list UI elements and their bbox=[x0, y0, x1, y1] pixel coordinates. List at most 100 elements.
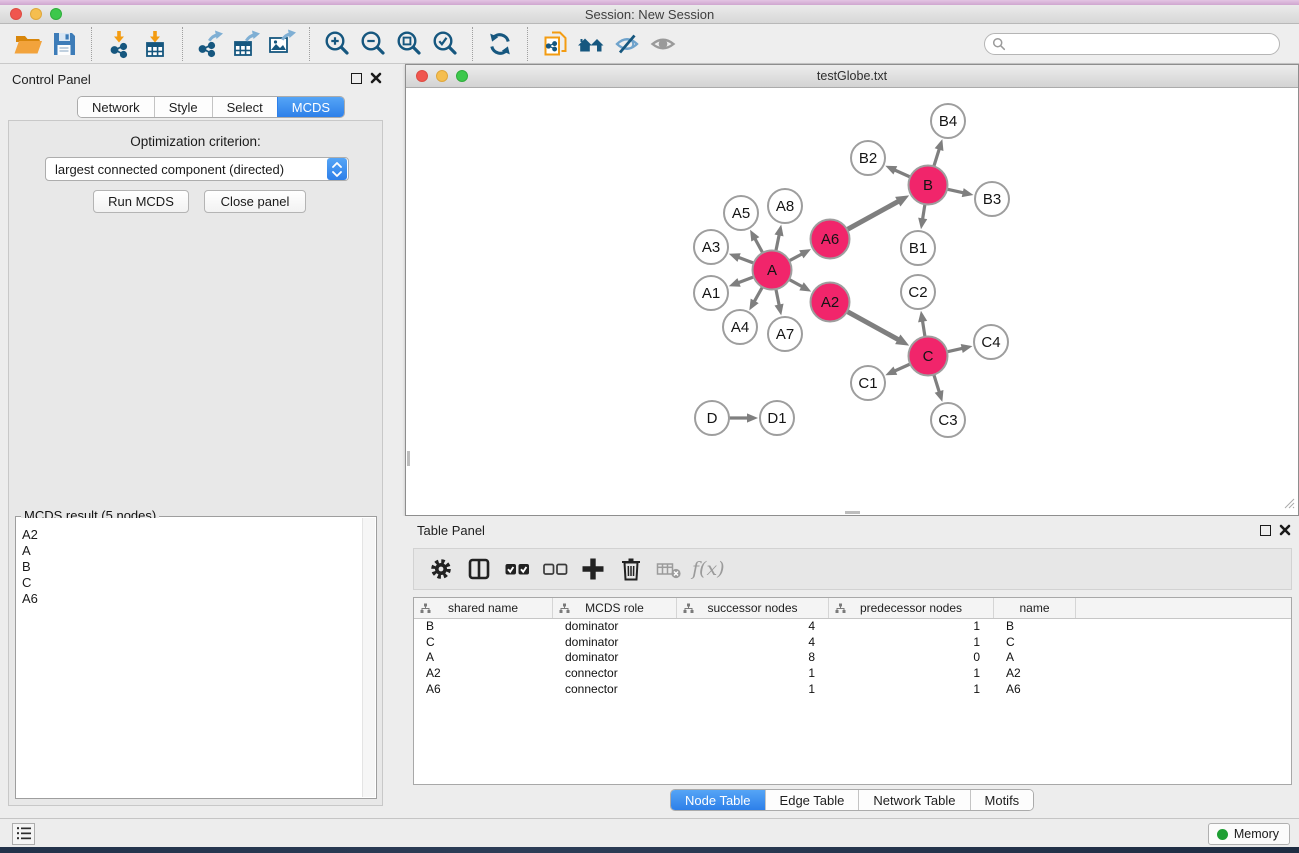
table-row-B[interactable]: Bdominator41B bbox=[414, 619, 1291, 635]
run-mcds-button[interactable]: Run MCDS bbox=[93, 190, 189, 213]
tab-motifs[interactable]: Motifs bbox=[970, 790, 1034, 810]
table-row-A6[interactable]: A6connector11A6 bbox=[414, 682, 1291, 698]
network-node-A1[interactable]: A1 bbox=[694, 276, 728, 310]
float-panel-icon[interactable] bbox=[351, 73, 362, 84]
edge-A-A6[interactable] bbox=[789, 253, 803, 260]
columns-icon[interactable] bbox=[460, 551, 498, 587]
network-node-B4[interactable]: B4 bbox=[931, 104, 965, 138]
task-history-button[interactable] bbox=[12, 823, 35, 845]
edge-A-A5[interactable] bbox=[754, 238, 762, 253]
column-header-predecessor-nodes[interactable]: predecessor nodes bbox=[829, 598, 994, 618]
duplicate-network-icon[interactable] bbox=[537, 27, 573, 61]
tab-edge-table[interactable]: Edge Table bbox=[765, 790, 859, 810]
settings-icon[interactable] bbox=[422, 551, 460, 587]
close-panel-icon[interactable] bbox=[370, 72, 382, 84]
memory-button[interactable]: Memory bbox=[1208, 823, 1290, 845]
delete-column-icon[interactable] bbox=[612, 551, 650, 587]
edge-A6-B[interactable] bbox=[847, 201, 899, 230]
network-vscroll-thumb[interactable] bbox=[407, 451, 410, 466]
tab-mcds[interactable]: MCDS bbox=[277, 97, 344, 117]
result-item-A6[interactable]: A6 bbox=[17, 591, 361, 607]
edge-A2-C[interactable] bbox=[847, 311, 899, 340]
float-table-panel-icon[interactable] bbox=[1260, 525, 1271, 536]
edge-A-A8[interactable] bbox=[776, 233, 780, 250]
column-header-shared-name[interactable]: shared name bbox=[414, 598, 553, 618]
network-node-B3[interactable]: B3 bbox=[975, 182, 1009, 216]
zoom-in-icon[interactable] bbox=[319, 27, 355, 61]
network-node-B2[interactable]: B2 bbox=[851, 141, 885, 175]
tab-select[interactable]: Select bbox=[212, 97, 277, 117]
refresh-icon[interactable] bbox=[482, 27, 518, 61]
hide-labels-icon[interactable] bbox=[609, 27, 645, 61]
edge-C-C3[interactable] bbox=[934, 375, 940, 394]
edge-A-A4[interactable] bbox=[754, 287, 763, 303]
function-builder-icon[interactable]: f(x) bbox=[688, 558, 725, 580]
criterion-dropdown[interactable]: largest connected component (directed) bbox=[45, 157, 349, 181]
table-row-C[interactable]: Cdominator41C bbox=[414, 635, 1291, 651]
network-node-C3[interactable]: C3 bbox=[931, 403, 965, 437]
network-node-D[interactable]: D bbox=[695, 401, 729, 435]
export-network-icon[interactable] bbox=[192, 27, 228, 61]
column-header-MCDS-role[interactable]: MCDS role bbox=[553, 598, 677, 618]
tab-style[interactable]: Style bbox=[154, 97, 212, 117]
table-row-A2[interactable]: A2connector11A2 bbox=[414, 666, 1291, 682]
search-input[interactable] bbox=[984, 33, 1280, 55]
mcds-result-list[interactable]: A2ABCA6 bbox=[17, 518, 361, 797]
tab-node-table[interactable]: Node Table bbox=[671, 790, 765, 810]
save-session-icon[interactable] bbox=[46, 27, 82, 61]
network-hscroll-thumb[interactable] bbox=[845, 511, 860, 514]
network-node-A3[interactable]: A3 bbox=[694, 230, 728, 264]
edge-C-C2[interactable] bbox=[922, 320, 925, 337]
tab-network[interactable]: Network bbox=[78, 97, 154, 117]
import-table-icon[interactable] bbox=[137, 27, 173, 61]
edge-B-B2[interactable] bbox=[894, 169, 911, 177]
network-node-A5[interactable]: A5 bbox=[724, 196, 758, 230]
deselect-all-icon[interactable] bbox=[536, 551, 574, 587]
network-node-A2[interactable]: A2 bbox=[811, 283, 850, 322]
network-node-A7[interactable]: A7 bbox=[768, 317, 802, 351]
result-item-A2[interactable]: A2 bbox=[17, 527, 361, 543]
network-node-C[interactable]: C bbox=[909, 337, 948, 376]
network-node-C2[interactable]: C2 bbox=[901, 275, 935, 309]
edge-B-B1[interactable] bbox=[922, 204, 925, 220]
edge-A-A7[interactable] bbox=[776, 289, 780, 306]
result-item-C[interactable]: C bbox=[17, 575, 361, 591]
edge-A-A1[interactable] bbox=[737, 277, 754, 283]
network-node-A6[interactable]: A6 bbox=[811, 220, 850, 259]
zoom-fit-icon[interactable] bbox=[391, 27, 427, 61]
result-item-B[interactable]: B bbox=[17, 559, 361, 575]
network-node-A4[interactable]: A4 bbox=[723, 310, 757, 344]
column-header-name[interactable]: name bbox=[994, 598, 1076, 618]
edge-C-C4[interactable] bbox=[947, 348, 964, 352]
import-network-icon[interactable] bbox=[101, 27, 137, 61]
zoom-selected-icon[interactable] bbox=[427, 27, 463, 61]
edge-B-B4[interactable] bbox=[934, 148, 940, 167]
show-details-icon[interactable] bbox=[645, 27, 681, 61]
edge-B-B3[interactable] bbox=[947, 189, 965, 193]
edge-A-A2[interactable] bbox=[789, 279, 803, 287]
network-node-D1[interactable]: D1 bbox=[760, 401, 794, 435]
result-item-A[interactable]: A bbox=[17, 543, 361, 559]
network-node-B[interactable]: B bbox=[909, 166, 948, 205]
window-resize-grip[interactable] bbox=[1282, 496, 1295, 512]
zoom-out-icon[interactable] bbox=[355, 27, 391, 61]
network-canvas[interactable]: AA1A2A3A4A5A6A7A8BB1B2B3B4CC1C2C3C4DD1 bbox=[407, 88, 1297, 514]
column-header-successor-nodes[interactable]: successor nodes bbox=[677, 598, 829, 618]
delete-table-icon[interactable] bbox=[650, 551, 688, 587]
table-row-A[interactable]: Adominator80A bbox=[414, 650, 1291, 666]
export-table-icon[interactable] bbox=[228, 27, 264, 61]
add-column-icon[interactable] bbox=[574, 551, 612, 587]
tab-network-table[interactable]: Network Table bbox=[858, 790, 969, 810]
result-scrollbar[interactable] bbox=[362, 518, 375, 797]
network-node-A8[interactable]: A8 bbox=[768, 189, 802, 223]
home-icon[interactable] bbox=[573, 27, 609, 61]
network-node-C4[interactable]: C4 bbox=[974, 325, 1008, 359]
open-session-icon[interactable] bbox=[10, 27, 46, 61]
close-panel-button[interactable]: Close panel bbox=[204, 190, 306, 213]
network-node-A[interactable]: A bbox=[753, 251, 792, 290]
network-window-titlebar[interactable]: testGlobe.txt bbox=[406, 65, 1298, 88]
network-node-C1[interactable]: C1 bbox=[851, 366, 885, 400]
export-image-icon[interactable] bbox=[264, 27, 300, 61]
select-all-icon[interactable] bbox=[498, 551, 536, 587]
edge-A-A3[interactable] bbox=[737, 257, 754, 263]
